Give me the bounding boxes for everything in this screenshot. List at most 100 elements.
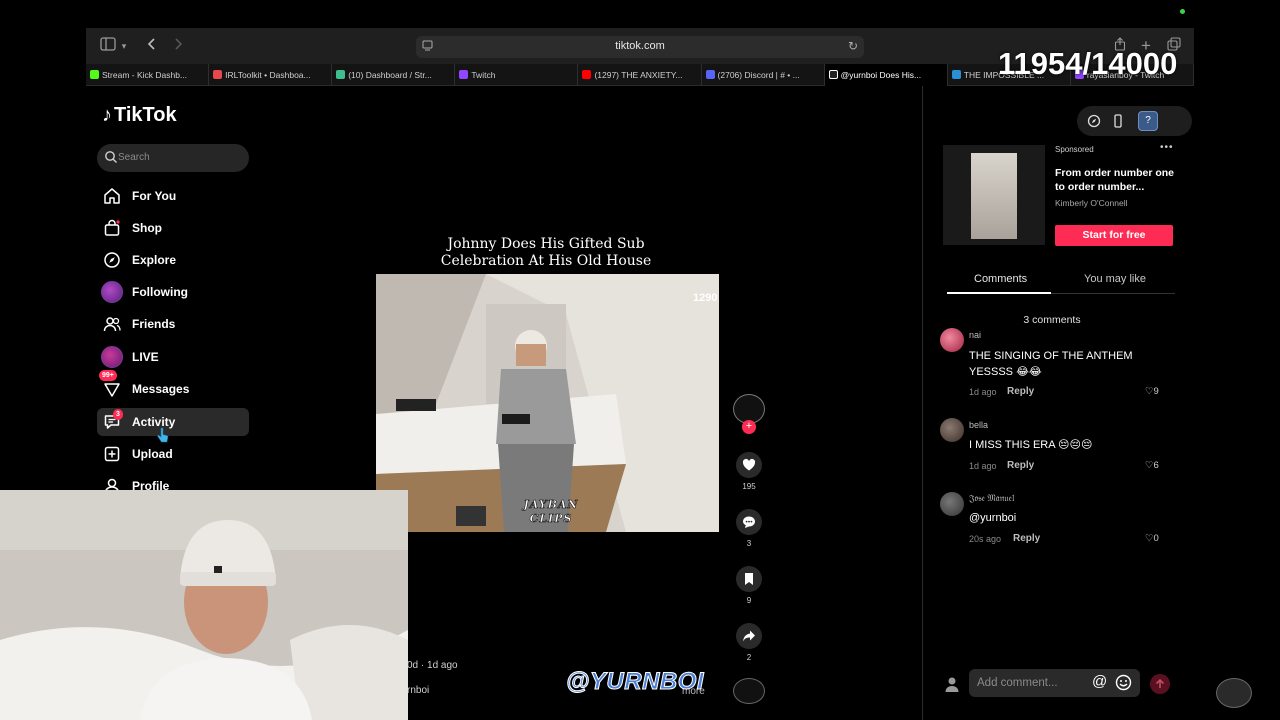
tab-you-may-like[interactable]: You may like [1084,273,1146,285]
browser-tab[interactable]: (10) Dashboard / Str... [332,64,456,86]
corner-channel-logo [1216,678,1252,708]
comment-username[interactable]: bella [969,420,988,430]
comment-text: I MISS THIS ERA 😔😔😔 [969,439,1093,451]
chevron-down-icon[interactable]: ▾ [118,36,130,56]
follow-plus-icon[interactable]: + [742,420,756,434]
user-icon [945,677,959,692]
browser-tab[interactable]: Stream - Kick Dashb... [86,64,210,86]
compass-icon [104,252,120,268]
sidebar-item-explore[interactable]: Explore [97,246,249,274]
compass-icon[interactable] [1086,113,1102,129]
reload-icon[interactable]: ↻ [848,39,858,53]
comment-count: 3 [746,539,752,548]
start-for-free-button[interactable]: Start for free [1055,225,1173,246]
comment-time: 1d ago [969,461,997,471]
tab-favicon [828,70,838,79]
share-button[interactable] [736,623,762,649]
sidebar-item-label: LIVE [132,350,159,364]
search-input[interactable]: Search [97,144,249,172]
comment-text: @yurnboi [969,512,1017,524]
emoji-icon[interactable] [1115,674,1132,691]
tab-favicon [336,70,346,79]
video-author[interactable]: rnboi [407,685,429,696]
browser-tab[interactable]: Twitch [455,64,579,86]
panel-tabs: Comments You may like [947,266,1175,294]
tab-favicon [213,70,223,79]
clip-watermark: JAYBAN CLIPS [506,498,596,526]
phone-icon[interactable] [1110,113,1126,129]
like-button[interactable] [736,452,762,478]
share-arrow-icon [743,630,755,642]
ad-headline[interactable]: From order number one to order number... [1055,166,1179,194]
tab-title: @yurnboi Does His... [840,70,922,80]
sidebar-item-label: Messages [132,382,190,396]
video-player[interactable] [376,274,719,532]
reply-button[interactable]: Reply [1007,460,1034,471]
webcam-feed-image [0,490,408,720]
sidebar-item-label: Following [132,285,188,299]
sidebar-item-for-you[interactable]: For You [97,182,249,210]
upload-icon [104,446,120,462]
comment-username[interactable]: nai [969,330,981,340]
sidebar-item-following[interactable]: Following [97,278,249,306]
add-comment-placeholder: Add comment... [977,677,1058,689]
browser-tab[interactable]: IRLToolkit • Dashboa... [209,64,333,86]
sidebar-item-label: Friends [132,317,176,331]
tab-favicon [705,70,715,79]
back-icon[interactable] [142,36,162,56]
sidebar-item-upload[interactable]: Upload [97,440,249,468]
avatar[interactable] [940,492,964,516]
sidebar-toggle-icon[interactable] [98,36,118,56]
tab-title: Twitch [471,70,496,80]
ad-thumbnail[interactable] [943,145,1045,245]
tab-title: (2706) Discord | # • ... [717,70,800,80]
browser-tab[interactable]: (1297) THE ANXIETY... [578,64,702,86]
sidebar-item-messages[interactable]: 99+ Messages [97,370,249,403]
comment-icon [743,516,755,528]
active-tab-indicator [947,292,1051,294]
comment-like[interactable]: ♡6 [1145,460,1159,471]
music-disc-icon[interactable] [733,678,765,704]
stream-goal-counter: 11954/14000 [998,46,1178,81]
app-icon[interactable]: ? [1138,111,1158,131]
tab-comments[interactable]: Comments [974,273,1027,285]
browser-tab-active[interactable]: @yurnboi Does His... [824,64,948,86]
sidebar-item-activity[interactable]: 3 Activity [97,408,249,436]
avatar[interactable] [940,418,964,442]
heart-outline-icon: ♡ [1145,533,1154,544]
activity-badge: 3 [113,409,123,420]
reply-button[interactable]: Reply [1013,533,1040,544]
video-title: Johnny Does His Gifted Sub Celebration A… [408,236,684,270]
comment-like[interactable]: ♡0 [1145,533,1159,544]
reply-button[interactable]: Reply [1007,386,1034,397]
sidebar-item-friends[interactable]: Friends [97,310,249,338]
webcam-overlay [0,490,408,720]
browser-tab[interactable]: (2706) Discord | # • ... [702,64,825,86]
search-placeholder: Search [118,152,150,163]
sidebar-item-shop[interactable]: Shop [97,214,249,242]
video-date: 0d · 1d ago [407,660,458,671]
watermark-line: CLIPS [529,512,573,526]
mention-icon[interactable]: @ [1092,673,1107,690]
share-count: 2 [746,653,752,662]
comment-like[interactable]: ♡9 [1145,386,1159,397]
live-icon [101,346,123,368]
logo-text: TikTok [114,104,177,126]
tab-title: (10) Dashboard / Str... [348,70,432,80]
post-comment-button[interactable] [1150,674,1170,694]
comment-button[interactable] [736,509,762,535]
more-options-icon[interactable]: ••• [1160,142,1174,153]
sidebar-item-live[interactable]: LIVE [97,343,249,371]
tab-title: (1297) THE ANXIETY... [594,70,683,80]
address-bar[interactable]: tiktok.com ↻ [416,36,864,58]
save-button[interactable] [736,566,762,592]
tab-title: IRLToolkit • Dashboa... [225,70,311,80]
forward-icon[interactable] [168,36,188,56]
video-overlay-counter: 1290 [693,292,718,304]
avatar[interactable] [940,328,964,352]
comment-time: 1d ago [969,387,997,397]
tab-favicon [459,70,469,79]
comment-username[interactable]: 𝔍𝔬𝔰𝔢 𝔐𝔞𝔫𝔲𝔢𝔩 [969,493,1014,504]
tiktok-logo[interactable]: ♪ TikTok [102,104,177,127]
ad-thumbnail-image [971,153,1017,239]
